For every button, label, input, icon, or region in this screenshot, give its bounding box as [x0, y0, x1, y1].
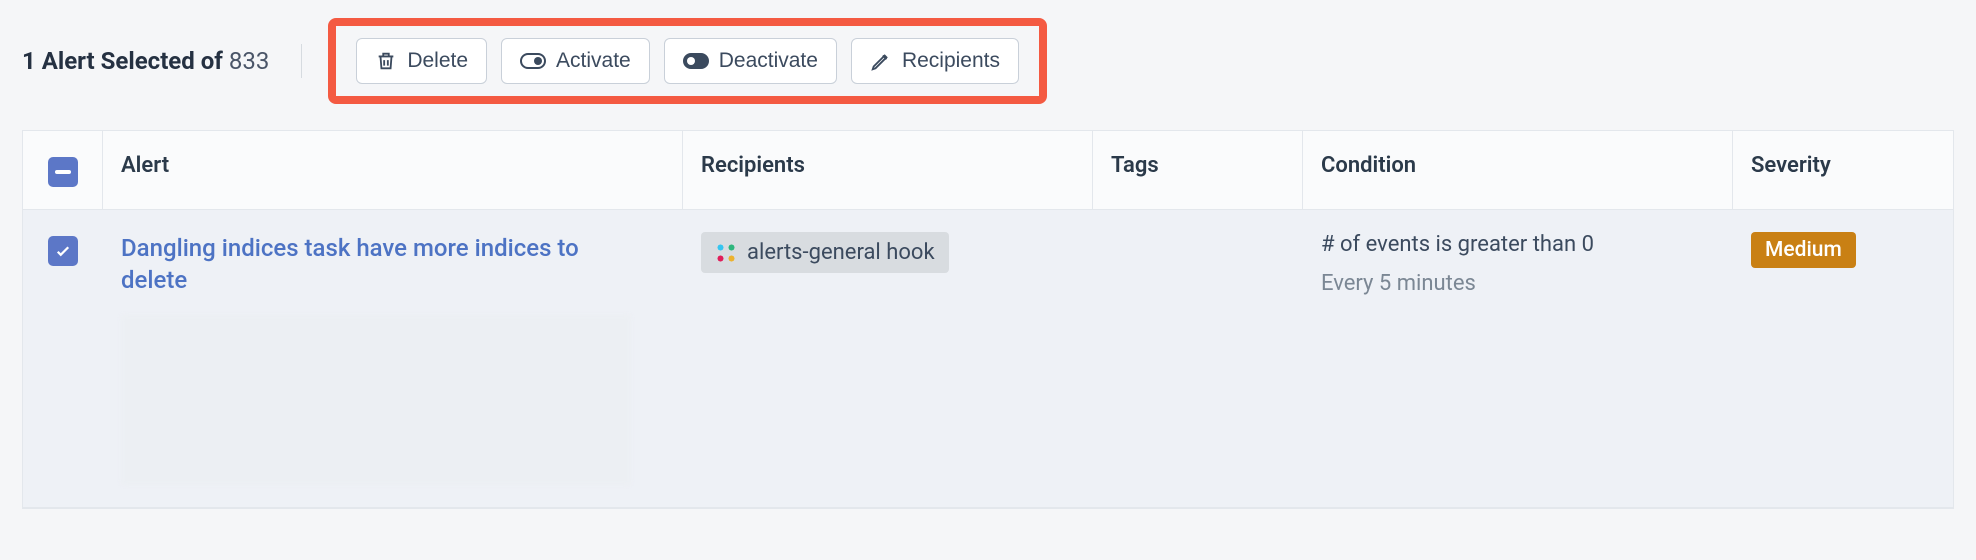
recipient-chip[interactable]: alerts-general hook: [701, 232, 949, 273]
row-severity-cell: Medium: [1733, 210, 1953, 507]
select-all-checkbox[interactable]: [48, 157, 78, 187]
recipient-label: alerts-general hook: [747, 240, 935, 265]
column-alert[interactable]: Alert: [103, 131, 683, 209]
trash-icon: [375, 50, 397, 72]
deactivate-button[interactable]: Deactivate: [664, 38, 837, 84]
row-alert-cell: Dangling indices task have more indices …: [103, 210, 683, 507]
alert-title-link[interactable]: Dangling indices task have more indices …: [121, 232, 631, 297]
selected-count-prefix: 1 Alert Selected of: [22, 47, 223, 75]
toggle-off-icon: [683, 53, 709, 69]
row-tags-cell: [1093, 210, 1303, 507]
activate-button-label: Activate: [556, 49, 631, 73]
table-header-row: Alert Recipients Tags Condition Severity: [23, 131, 1953, 210]
severity-badge: Medium: [1751, 232, 1856, 268]
column-severity[interactable]: Severity: [1733, 131, 1953, 209]
vertical-divider: [301, 44, 302, 78]
column-recipients[interactable]: Recipients: [683, 131, 1093, 209]
condition-main: # of events is greater than 0: [1321, 232, 1715, 257]
recipients-button[interactable]: Recipients: [851, 38, 1019, 84]
check-icon: [54, 242, 72, 260]
pencil-icon: [870, 50, 892, 72]
condition-frequency: Every 5 minutes: [1321, 271, 1715, 296]
table-row: Dangling indices task have more indices …: [23, 210, 1953, 508]
selection-toolbar: 1 Alert Selected of 833 Delete Activate …: [0, 0, 1976, 130]
row-recipients-cell: alerts-general hook: [683, 210, 1093, 507]
bulk-actions-highlight: Delete Activate Deactivate Recipients: [328, 18, 1047, 104]
recipients-button-label: Recipients: [902, 49, 1000, 73]
row-checkbox[interactable]: [48, 236, 78, 266]
delete-button[interactable]: Delete: [356, 38, 487, 84]
delete-button-label: Delete: [407, 49, 468, 73]
alert-description-redacted: [121, 315, 631, 485]
toggle-on-icon: [520, 53, 546, 69]
deactivate-button-label: Deactivate: [719, 49, 818, 73]
column-checkbox: [23, 131, 103, 209]
row-condition-cell: # of events is greater than 0 Every 5 mi…: [1303, 210, 1733, 507]
column-tags[interactable]: Tags: [1093, 131, 1303, 209]
activate-button[interactable]: Activate: [501, 38, 650, 84]
alerts-table: Alert Recipients Tags Condition Severity…: [22, 130, 1954, 509]
row-checkbox-cell: [23, 210, 103, 507]
selected-count-label: 1 Alert Selected of 833: [22, 47, 269, 75]
column-condition[interactable]: Condition: [1303, 131, 1733, 209]
total-count: 833: [229, 47, 269, 75]
slack-icon: [715, 242, 737, 264]
